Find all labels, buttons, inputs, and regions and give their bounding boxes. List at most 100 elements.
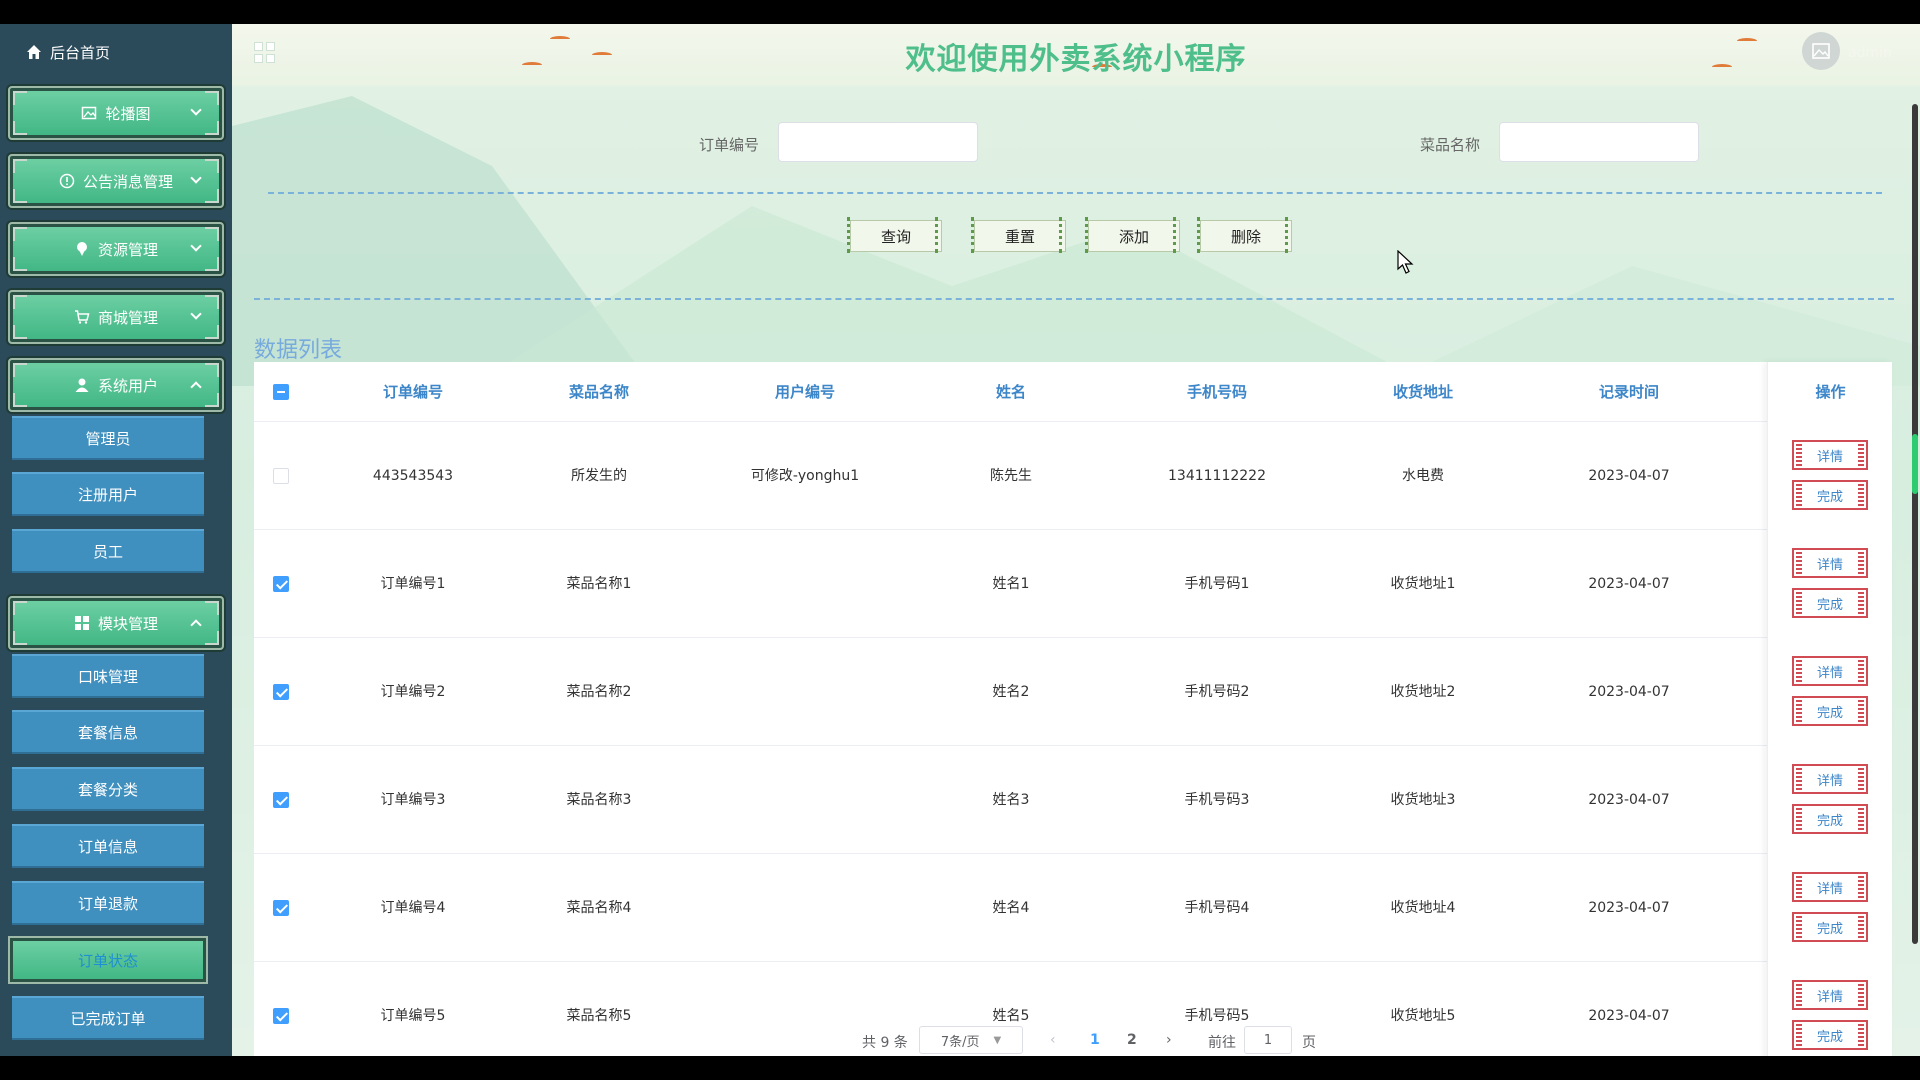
goto-page-input[interactable]: 1 [1244,1026,1292,1054]
sidebar-item-label: 系统用户 [97,376,158,395]
column-header[interactable]: 姓名 [908,362,1114,422]
add-button-label: 添加 [1118,227,1149,246]
dish-name-input[interactable] [1499,122,1699,162]
reset-button-label: 重置 [1004,227,1035,246]
cell-dish: 菜品名称3 [566,792,632,808]
finish-button[interactable]: 完成 [1792,804,1868,834]
row-checkbox[interactable] [273,684,289,700]
cell-user-no [702,746,908,854]
detail-button[interactable]: 详情 [1792,980,1868,1010]
table-row: 订单编号5 菜品名称5 姓名5 手机号码5 收货地址5 2023-04-07 [254,962,1892,1056]
page-number[interactable]: 2 [1127,1032,1137,1048]
sidebar-item-resources[interactable]: 资源管理 [8,222,224,276]
finish-button[interactable]: 完成 [1792,588,1868,618]
row-checkbox[interactable] [273,1008,289,1024]
sidebar-subitem-order-status[interactable]: 订单状态 [8,936,208,984]
sidebar-item-modules[interactable]: 模块管理 [8,596,224,650]
scrollbar-thumb[interactable] [1912,434,1918,494]
row-checkbox[interactable] [273,576,289,592]
vertical-scrollbar[interactable] [1912,104,1918,944]
sidebar-home-label: 后台首页 [50,43,111,62]
cell-order-no: 443543543 [372,468,454,484]
sidebar-item-label: 资源管理 [97,240,158,259]
page-size-value: 7条/页 [940,1034,980,1050]
cell-time: 2023-04-07 [1588,900,1670,916]
column-header[interactable]: 手机号码 [1114,362,1320,422]
sidebar-home-link[interactable]: 后台首页 [0,24,232,80]
username-label[interactable]: admin [1848,45,1892,61]
section-title: 数据列表 [254,338,343,363]
sidebar-subitem-registered-users[interactable]: 注册用户 [12,472,204,516]
sidebar-item-system-users[interactable]: 系统用户 [8,358,224,412]
page-suffix: 页 [1302,1035,1316,1051]
row-checkbox[interactable] [273,468,289,484]
divider [254,298,1894,300]
detail-button[interactable]: 详情 [1792,548,1868,578]
column-header[interactable]: 记录时间 [1526,362,1732,422]
cell-address: 收货地址5 [1390,1008,1456,1024]
sidebar-subitem-order-info[interactable]: 订单信息 [12,824,204,868]
sidebar-item-label: 商城管理 [97,308,158,327]
finish-button[interactable]: 完成 [1792,912,1868,942]
cell-time: 2023-04-07 [1588,1008,1670,1024]
cell-address: 收货地址1 [1390,576,1456,592]
page-title: 欢迎使用外卖系统小程序 [905,42,1247,77]
select-all-checkbox[interactable] [273,384,289,400]
sidebar-item-carousel[interactable]: 轮播图 [8,86,224,140]
cell-phone: 手机号码4 [1184,900,1250,916]
page-size-select[interactable]: 7条/页 ▼ [919,1026,1023,1054]
sidebar-subitem-flavors[interactable]: 口味管理 [12,654,204,698]
column-header[interactable]: 用户编号 [702,362,908,422]
row-checkbox[interactable] [273,900,289,916]
cell-time: 2023-04-07 [1588,576,1670,592]
user-icon [74,377,90,393]
cell-order-no: 订单编号5 [380,1008,446,1024]
finish-button[interactable]: 完成 [1792,1020,1868,1050]
table-row: 443543543 所发生的 可修改-yonghu1 陈先生 134111122… [254,422,1892,530]
sidebar-item-label: 口味管理 [77,667,138,686]
detail-button[interactable]: 详情 [1792,764,1868,794]
sidebar-item-notices[interactable]: 公告消息管理 [8,154,224,208]
sidebar-item-label: 套餐信息 [77,723,138,742]
sidebar-subitem-admin[interactable]: 管理员 [12,416,204,460]
query-button[interactable]: 查询 [847,217,942,253]
sidebar-item-mall[interactable]: 商城管理 [8,290,224,344]
prev-page-button[interactable]: ‹ [1050,1032,1056,1048]
avatar[interactable] [1802,32,1840,70]
delete-button-label: 删除 [1230,227,1261,246]
goto-label: 前往 [1208,1035,1236,1051]
detail-button[interactable]: 详情 [1792,872,1868,902]
column-header[interactable]: 菜品名称 [496,362,702,422]
sidebar-item-label: 已完成订单 [70,1009,146,1028]
sidebar-subitem-completed-orders[interactable]: 已完成订单 [12,996,204,1040]
reset-button[interactable]: 重置 [971,217,1066,253]
sidebar-item-label: 员工 [92,542,123,561]
row-checkbox[interactable] [273,792,289,808]
cell-address: 收货地址4 [1390,900,1456,916]
next-page-button[interactable]: › [1166,1032,1172,1048]
chevron-up-icon [190,381,202,393]
order-no-input[interactable] [778,122,978,162]
page-number-current[interactable]: 1 [1090,1032,1100,1048]
sidebar-subitem-combo-category[interactable]: 套餐分类 [12,767,204,811]
table-header: 订单编号 菜品名称 用户编号 姓名 手机号码 收货地址 记录时间 [254,362,1892,422]
sidebar-item-label: 模块管理 [97,614,158,633]
table-row: 订单编号3 菜品名称3 姓名3 手机号码3 收货地址3 2023-04-07 [254,746,1892,854]
sidebar-subitem-combo-info[interactable]: 套餐信息 [12,710,204,754]
detail-button[interactable]: 详情 [1792,440,1868,470]
sidebar-subitem-order-refund[interactable]: 订单退款 [12,881,204,925]
finish-button[interactable]: 完成 [1792,696,1868,726]
delete-button[interactable]: 删除 [1197,217,1292,253]
column-header: 操作 [1815,383,1846,401]
column-header[interactable]: 订单编号 [330,362,496,422]
detail-button[interactable]: 详情 [1792,656,1868,686]
cell-order-no: 订单编号1 [380,576,446,592]
cell-dish: 菜品名称4 [566,900,632,916]
add-button[interactable]: 添加 [1085,217,1180,253]
app-window: 后台首页 轮播图 公告消息管理 资源管理 商城管理 系统用户 管理员 注册用户 … [0,24,1920,1056]
column-header[interactable]: 收货地址 [1320,362,1526,422]
cell-phone: 手机号码3 [1184,792,1250,808]
sidebar-subitem-staff[interactable]: 员工 [12,529,204,573]
cell-address: 收货地址3 [1390,792,1456,808]
finish-button[interactable]: 完成 [1792,480,1868,510]
